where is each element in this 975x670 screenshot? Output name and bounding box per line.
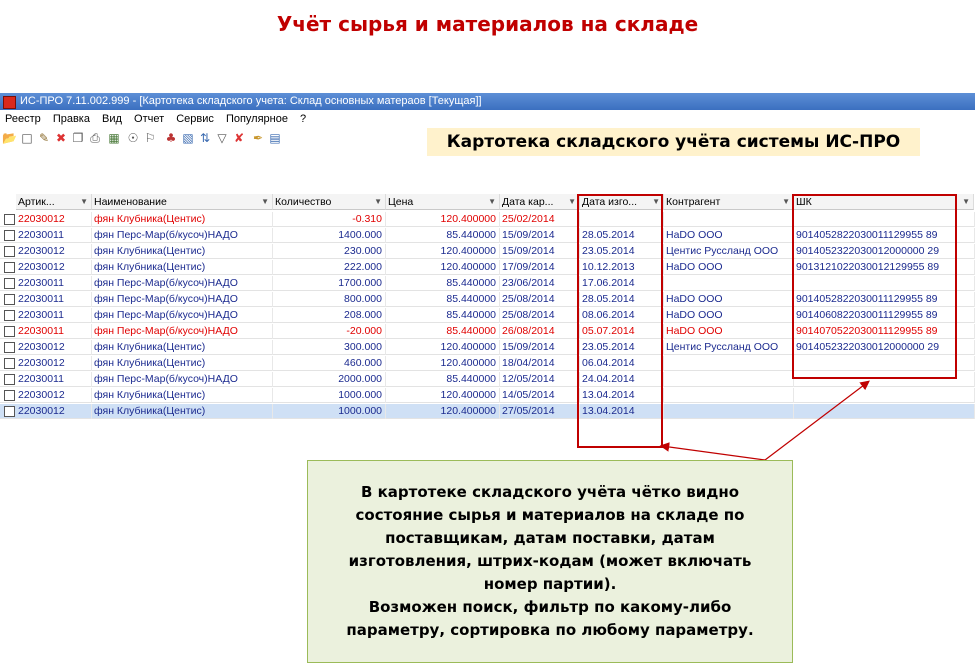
note-line: параметру, сортировка по любому параметр… <box>346 621 754 639</box>
note-line: В картотеке складского учёта чётко видно <box>360 483 740 501</box>
note-line: состояние сырья и материалов на складе п… <box>355 506 745 524</box>
arrow-to-barcode <box>764 380 870 461</box>
note-line: номер партии). <box>483 575 617 593</box>
arrow-to-production-date <box>659 442 766 461</box>
note-line: поставщикам, датам поставки, датам <box>385 529 715 547</box>
explanation-note: В картотеке складского учёта чётко видно… <box>307 460 793 663</box>
note-line: изготовления, штрих-кодам (может включат… <box>348 552 752 570</box>
note-line: Возможен поиск, фильтр по какому-либо <box>368 598 732 616</box>
